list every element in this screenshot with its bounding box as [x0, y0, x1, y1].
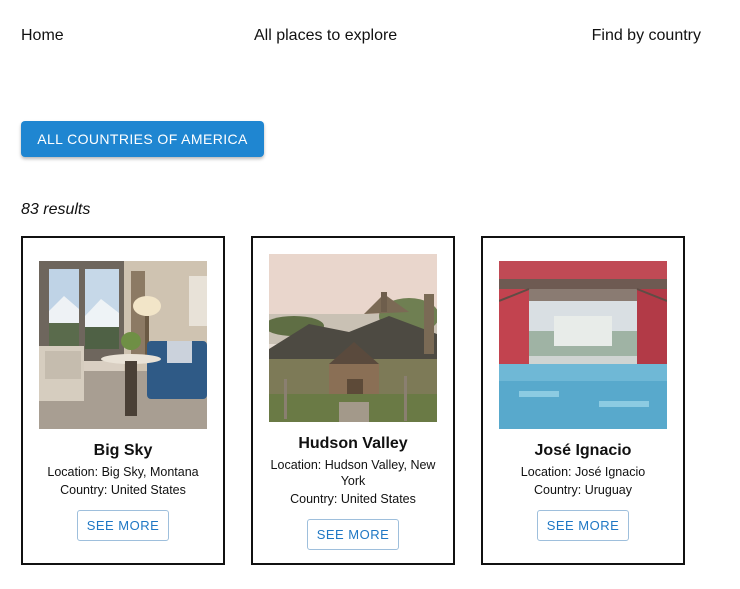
nav-home-link[interactable]: Home [21, 26, 64, 46]
see-more-button[interactable]: SEE MORE [306, 519, 400, 550]
nav-find-country-link[interactable]: Find by country [592, 26, 701, 46]
card-title: José Ignacio [534, 442, 632, 459]
all-countries-button[interactable]: ALL COUNTRIES OF AMERICA [21, 121, 264, 157]
card-location: Location: Big Sky, Montana [47, 465, 199, 479]
card-image [269, 254, 437, 422]
card-image [39, 261, 207, 429]
card-title: Big Sky [93, 442, 153, 459]
card-country: Country: United States [60, 483, 186, 497]
top-nav: Home All places to explore Find by count… [21, 26, 701, 46]
place-card-hudson-valley: Hudson Valley Location: Hudson Valley, N… [251, 236, 455, 565]
see-more-button[interactable]: SEE MORE [536, 510, 630, 541]
results-count: 83 results [21, 201, 91, 218]
card-title: Hudson Valley [298, 435, 408, 452]
nav-explore-link[interactable]: All places to explore [254, 26, 397, 46]
place-card-big-sky: Big Sky Location: Big Sky, Montana Count… [21, 236, 225, 565]
see-more-button[interactable]: SEE MORE [76, 510, 170, 541]
card-country: Country: United States [290, 492, 416, 506]
card-image [499, 261, 667, 429]
place-card-jose-ignacio: José Ignacio Location: José Ignacio Coun… [481, 236, 685, 565]
card-location: Location: José Ignacio [520, 465, 646, 479]
card-country: Country: Uruguay [534, 483, 632, 497]
card-location: Location: Hudson Valley, New York [270, 458, 436, 488]
